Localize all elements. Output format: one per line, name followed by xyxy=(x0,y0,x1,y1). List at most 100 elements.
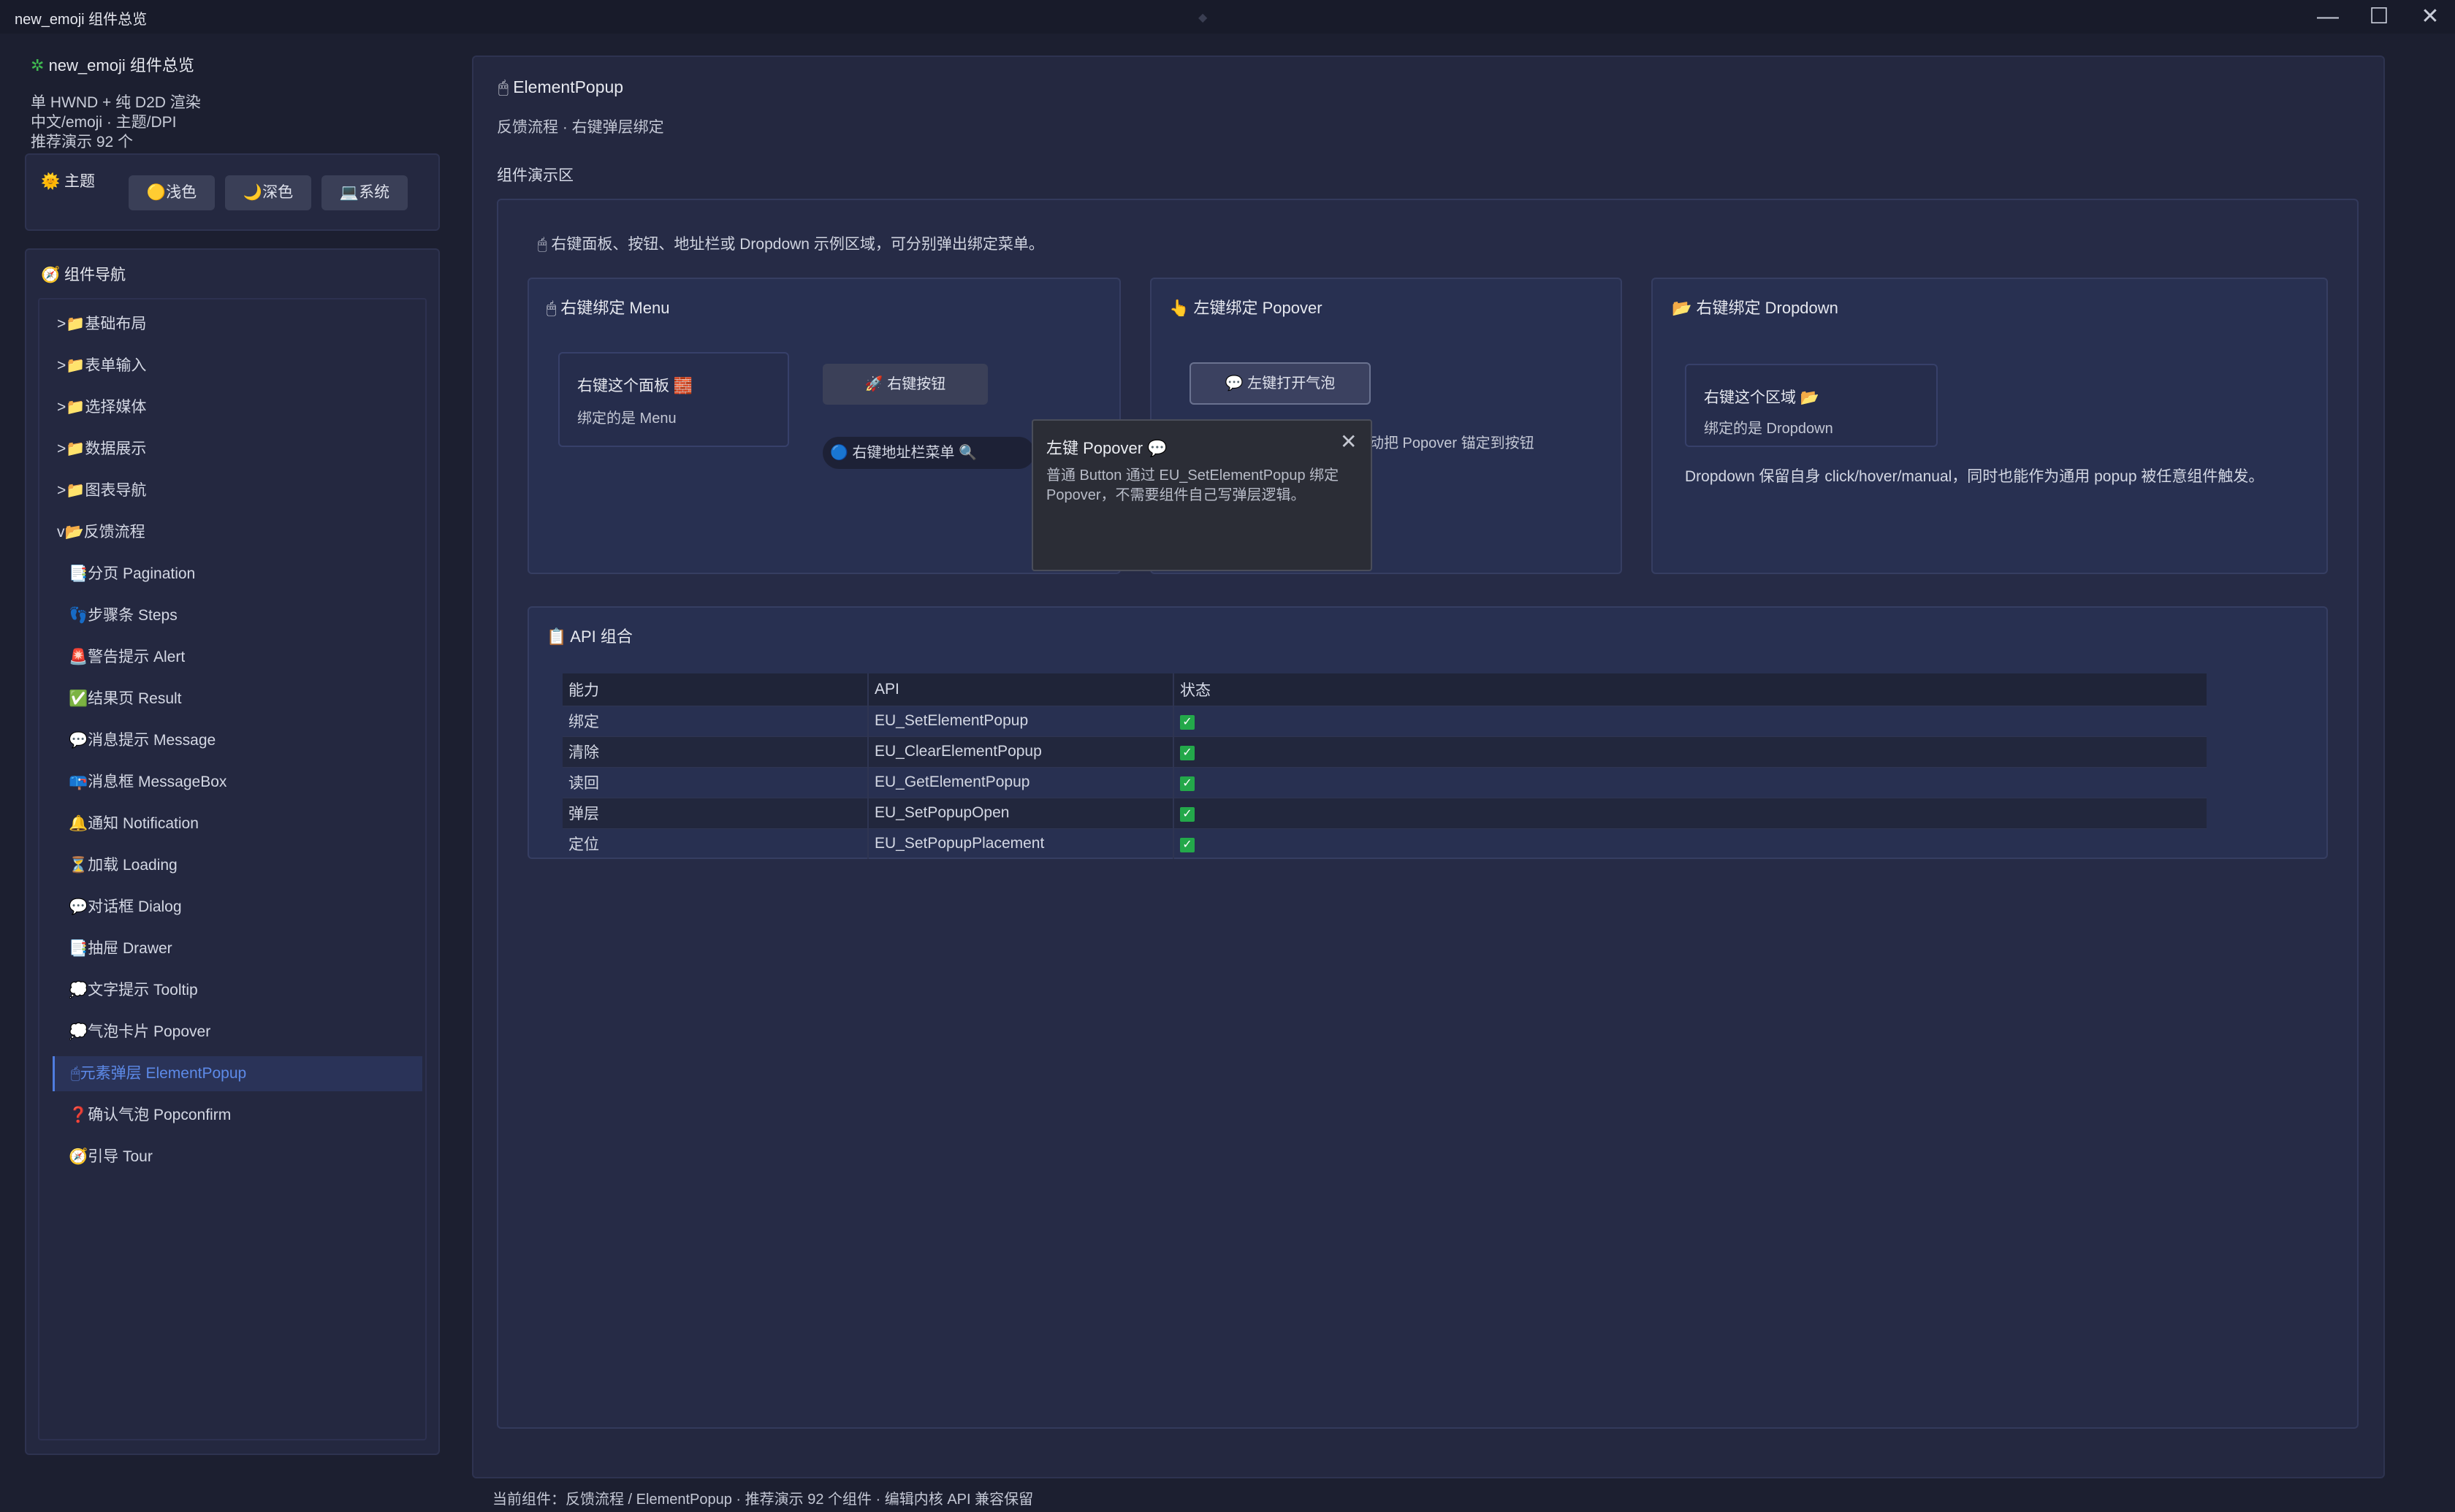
api-cell: EU_SetPopupPlacement xyxy=(868,828,1174,859)
nav-child-item[interactable]: ❓确认气泡 Popconfirm xyxy=(53,1098,422,1133)
table-row: 清除 EU_ClearElementPopup ✓ xyxy=(563,736,2207,767)
api-table: 能力 API 状态 绑定 EU_SetElementPopup ✓ 清除 EU_Clea… xyxy=(563,673,2207,859)
expand-chevron-icon: > xyxy=(57,357,66,374)
status-cell: ✓ xyxy=(1173,797,2207,828)
folder-icon: 📁 xyxy=(66,357,85,374)
nav-item-label: 抽屉 Drawer xyxy=(88,940,172,957)
api-cell: EU_SetPopupOpen xyxy=(868,797,1174,828)
nav-title: 🧭 组件导航 xyxy=(41,263,126,285)
nav-child-item[interactable]: 💬消息提示 Message xyxy=(53,723,422,758)
theme-dark-button[interactable]: 🌙深色 xyxy=(225,175,311,210)
column-header: 能力 xyxy=(563,673,869,706)
nav-group-label: 基础布局 xyxy=(85,316,147,332)
expand-chevron-icon: v xyxy=(57,524,65,541)
capability-cell: 清除 xyxy=(563,736,869,767)
nav-child-item[interactable]: 📑分页 Pagination xyxy=(53,557,422,592)
nav-item-icon: 📑 xyxy=(69,565,88,582)
nav-child-item[interactable]: 💬对话框 Dialog xyxy=(53,890,422,925)
nav-item-icon: 💬 xyxy=(69,898,88,915)
nav-item-label: 文字提示 Tooltip xyxy=(88,982,198,999)
folder-icon: 📁 xyxy=(66,440,85,457)
table-row: 绑定 EU_SetElementPopup ✓ xyxy=(563,705,2207,736)
nav-child-item[interactable]: ⏳加载 Loading xyxy=(53,848,422,883)
api-cell: EU_ClearElementPopup xyxy=(868,736,1174,767)
nav-item-icon: ⏳ xyxy=(69,857,88,874)
nav-child-item[interactable]: 🧭引导 Tour xyxy=(53,1139,422,1175)
nav-group-item[interactable]: v📂反馈流程 xyxy=(53,515,422,550)
status-cell: ✓ xyxy=(1173,766,2207,798)
nav-child-item[interactable]: 🖱元素弹层 ElementPopup xyxy=(53,1056,422,1091)
nav-item-label: 元素弹层 ElementPopup xyxy=(80,1065,247,1082)
nav-item-icon: ❓ xyxy=(69,1107,88,1123)
nav-child-item[interactable]: ✅结果页 Result xyxy=(53,681,422,717)
right-click-button[interactable]: 🚀 右键按钮 xyxy=(823,364,988,405)
close-icon[interactable]: ✕ xyxy=(1340,429,1357,454)
expand-chevron-icon: > xyxy=(57,482,66,499)
nav-item-label: 结果页 Result xyxy=(88,690,182,707)
nav-tree[interactable]: >📁基础布局 >📁表单输入 >📁选择媒体 >📁数据展示 >📁图表导航 v📂反馈流程 📑分页 … xyxy=(38,298,427,1440)
check-icon: ✓ xyxy=(1180,715,1195,730)
nav-item-label: 消息提示 Message xyxy=(88,732,216,749)
nav-item-icon: 📑 xyxy=(69,940,88,957)
expand-chevron-icon: > xyxy=(57,399,66,416)
popover-body: 普通 Button 通过 EU_SetElementPopup 绑定 Popov… xyxy=(1046,467,1339,503)
dropdown-card-text: Dropdown 保留自身 click/hover/manual，同时也能作为通… xyxy=(1685,468,2264,485)
theme-light-label: 浅色 xyxy=(166,184,197,201)
nav-child-item[interactable]: 👣步骤条 Steps xyxy=(53,598,422,633)
menu-card-title: 🖱 右键绑定 Menu xyxy=(547,299,670,317)
theme-label: 🌞 主题 xyxy=(41,169,95,191)
popover-card-text: 动把 Popover 锚定到按钮 xyxy=(1369,435,1534,451)
mouse-icon: 🖱 xyxy=(498,77,509,96)
api-cell: EU_GetElementPopup xyxy=(868,766,1174,798)
api-card-title: 📋 API 组合 xyxy=(547,627,633,646)
nav-item-label: 消息框 MessageBox xyxy=(88,774,227,790)
folder-icon: 📁 xyxy=(66,482,85,499)
check-icon: ✓ xyxy=(1180,776,1195,791)
nav-item-icon: ✅ xyxy=(69,690,88,707)
nav-group-item[interactable]: >📁表单输入 xyxy=(53,348,422,383)
demo-hint: 🖱 右键面板、按钮、地址栏或 Dropdown 示例区域，可分别弹出绑定菜单。 xyxy=(538,236,1044,253)
nav-child-item[interactable]: 🔔通知 Notification xyxy=(53,806,422,841)
nav-item-label: 警告提示 Alert xyxy=(88,649,186,665)
address-bar[interactable]: 🔵 右键地址栏菜单 🔍 xyxy=(823,437,1035,469)
table-header-row: 能力 API 状态 xyxy=(563,673,2207,706)
nav-item-label: 引导 Tour xyxy=(88,1148,153,1165)
open-popover-button[interactable]: 💬 左键打开气泡 xyxy=(1190,362,1371,405)
maximize-button[interactable]: ☐ xyxy=(2357,3,2401,31)
expand-chevron-icon: > xyxy=(57,440,66,457)
menu-target-panel[interactable] xyxy=(558,352,789,447)
status-cell: ✓ xyxy=(1173,736,2207,767)
nav-title-text: 组件导航 xyxy=(64,267,126,283)
status-cell: ✓ xyxy=(1173,705,2207,736)
nav-child-item[interactable]: 📪消息框 MessageBox xyxy=(53,765,422,800)
nav-child-item[interactable]: 📑抽屉 Drawer xyxy=(53,931,422,966)
nav-child-item[interactable]: 💭文字提示 Tooltip xyxy=(53,973,422,1008)
nav-item-icon: 📪 xyxy=(69,774,88,790)
nav-group-item[interactable]: >📁数据展示 xyxy=(53,432,422,467)
minimize-button[interactable]: — xyxy=(2306,3,2350,31)
dropdown-panel-sub: 绑定的是 Dropdown xyxy=(1704,421,1833,437)
nav-group-item[interactable]: >📁选择媒体 xyxy=(53,390,422,425)
nav-group-item[interactable]: >📁基础布局 xyxy=(53,307,422,342)
capability-cell: 绑定 xyxy=(563,705,869,736)
nav-item-label: 分页 Pagination xyxy=(88,565,196,582)
meta-line-2: 中文/emoji · 主题/DPI xyxy=(31,114,177,131)
nav-item-label: 气泡卡片 Popover xyxy=(88,1023,211,1040)
nav-item-label: 加载 Loading xyxy=(88,857,178,874)
nav-group-label: 图表导航 xyxy=(85,482,147,499)
nav-child-item[interactable]: 🚨警告提示 Alert xyxy=(53,640,422,675)
nav-item-icon: 🖱 xyxy=(71,1065,80,1082)
nav-group-item[interactable]: >📁图表导航 xyxy=(53,473,422,508)
close-window-button[interactable]: ✕ xyxy=(2408,3,2452,31)
status-cell: ✓ xyxy=(1173,828,2207,859)
app-logo-icon: ✲ xyxy=(31,56,45,75)
theme-system-button[interactable]: 💻系统 xyxy=(321,175,408,210)
nav-child-item[interactable]: 💭气泡卡片 Popover xyxy=(53,1015,422,1050)
theme-light-button[interactable]: 🟡浅色 xyxy=(129,175,215,210)
nav-item-icon: 💭 xyxy=(69,982,88,999)
capability-cell: 读回 xyxy=(563,766,869,798)
nav-item-label: 步骤条 Steps xyxy=(88,607,178,624)
meta-line-3: 推荐演示 92 个 xyxy=(31,134,134,150)
page-title-text: ElementPopup xyxy=(513,77,624,96)
check-icon: ✓ xyxy=(1180,807,1195,822)
